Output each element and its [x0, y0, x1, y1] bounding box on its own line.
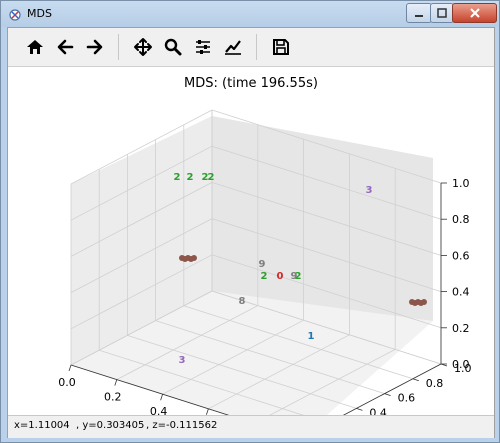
x-tick-label: 0.2 — [104, 391, 122, 404]
zoom-button[interactable] — [160, 34, 186, 60]
y-tick-mark — [384, 393, 391, 396]
point-label-2: 2 — [208, 172, 215, 183]
close-icon — [469, 8, 480, 18]
pan-button[interactable] — [130, 34, 156, 60]
x-tick-mark — [114, 379, 118, 386]
toolbar-separator — [256, 34, 257, 60]
point-label-9: 9 — [291, 271, 298, 282]
point-label-2: 2 — [261, 271, 268, 282]
status-bar: x=1.11004 , y=0.303405 , z=-0.111562 — [8, 415, 494, 438]
home-icon — [27, 40, 43, 54]
z-tick-label: 0.6 — [452, 249, 470, 262]
configure-subplots-icon — [196, 40, 210, 54]
z-tick-label: 1.0 — [452, 177, 470, 190]
plot-title: MDS: (time 196.55s) — [184, 76, 318, 91]
maximize-button[interactable] — [430, 3, 454, 23]
point-label-9: 9 — [259, 259, 266, 270]
x-tick-label: 0.0 — [58, 376, 76, 389]
minimize-icon — [415, 15, 423, 17]
toolbar-separator — [118, 34, 119, 60]
cluster-point-5 — [191, 255, 197, 261]
point-label-2: 2 — [187, 172, 194, 183]
y-tick-mark — [356, 408, 363, 411]
status-y: , y=0.303405 — [76, 420, 145, 431]
back-button[interactable] — [52, 34, 78, 60]
save-icon — [273, 39, 289, 55]
home-button[interactable] — [22, 34, 48, 60]
y-tick-label: 0.8 — [426, 377, 444, 390]
y-tick-mark — [412, 378, 419, 382]
status-x: x=1.11004 — [14, 420, 70, 431]
save-button[interactable] — [268, 34, 294, 60]
back-arrow-icon — [57, 39, 74, 55]
zoom-icon — [164, 38, 182, 56]
mds-3d-scatter-chart: MDS: (time 196.55s) 0.0 0.2 0.4 0.6 0.8 1.0 0.… — [58, 76, 472, 443]
y-tick-label: 0.6 — [398, 392, 416, 405]
toolbar — [8, 28, 494, 66]
point-label-2: 2 — [174, 172, 181, 183]
close-button[interactable] — [452, 3, 497, 23]
point-label-3: 3 — [179, 355, 186, 366]
x-tick-mark — [68, 364, 72, 372]
axis-panes — [71, 116, 433, 438]
z-tick-label: 0.2 — [452, 322, 470, 335]
cluster-point-5 — [421, 299, 427, 305]
point-label-0: 0 — [277, 271, 284, 282]
point-label-3: 3 — [366, 185, 373, 196]
x-tick-mark — [206, 408, 209, 415]
point-label-8: 8 — [239, 296, 246, 307]
title-bar[interactable]: MDS — [1, 1, 499, 27]
window-title: MDS — [27, 7, 52, 20]
x-tick-mark — [160, 394, 163, 401]
minimize-button[interactable] — [406, 3, 432, 23]
edit-axis-icon — [225, 40, 241, 55]
z-tick-label: 0.8 — [452, 213, 470, 226]
forward-arrow-icon — [86, 39, 103, 55]
app-icon — [8, 7, 22, 21]
forward-button[interactable] — [82, 34, 108, 60]
point-label-1: 1 — [308, 331, 315, 342]
pan-icon — [134, 38, 152, 56]
configure-subplots-button[interactable] — [190, 34, 216, 60]
status-z: , z=-0.111562 — [146, 420, 218, 431]
edit-axis-button[interactable] — [220, 34, 246, 60]
mds-window: MDS MDS: (time 196.55s) 0.0 0.2 0.4 0.4 … — [0, 0, 500, 443]
z-tick-label: 0.0 — [452, 358, 470, 371]
maximize-icon — [437, 8, 447, 18]
plot-canvas[interactable]: MDS: (time 196.55s) 0.0 0.2 0.4 0.6 0.8 1.0 0.… — [8, 66, 494, 443]
client-area: MDS: (time 196.55s) 0.0 0.2 0.4 0.6 0.8 1.0 0.… — [7, 27, 495, 443]
z-tick-label: 0.4 — [452, 286, 470, 299]
